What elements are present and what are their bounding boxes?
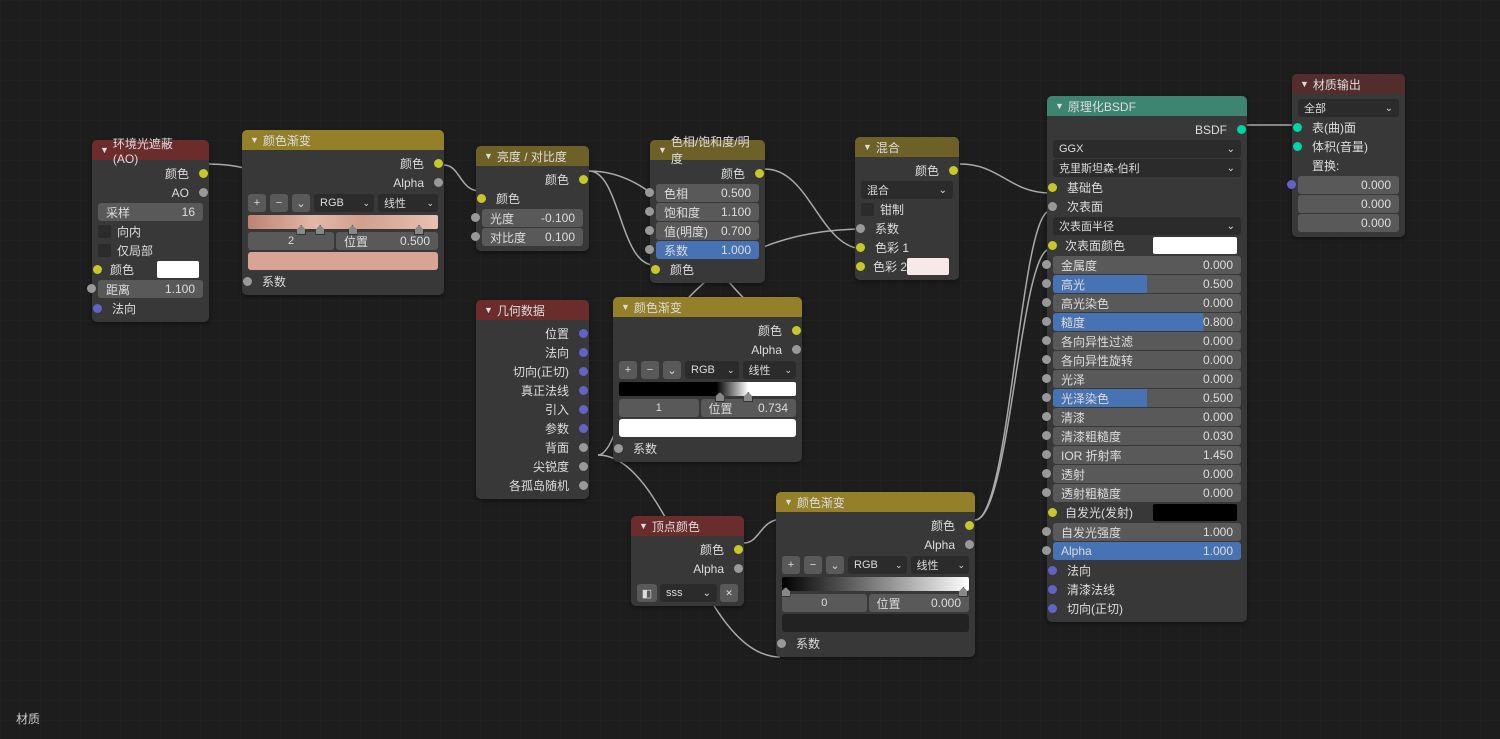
node-material-output[interactable]: ▼材质输出 全部 表(曲)面 体积(音量) 置换: 0.000 0.000 0.… xyxy=(1292,74,1405,237)
contrast-field[interactable]: 对比度0.100 xyxy=(482,228,583,246)
blend-mode-select[interactable]: 混合 xyxy=(861,181,953,199)
sss-method-select[interactable]: 克里斯坦森-伯利 xyxy=(1053,159,1241,177)
emission-color[interactable] xyxy=(1153,504,1237,521)
input-normal: 法向 xyxy=(98,299,203,318)
output-ao: AO xyxy=(98,183,203,202)
node-principled-bsdf[interactable]: ▼原理化BSDF BSDF GGX 克里斯坦森-伯利 基础色 次表面 次表面半径… xyxy=(1047,96,1247,622)
node-bright-contrast[interactable]: ▼亮度 / 对比度 颜色 颜色 光度-0.100 对比度0.100 xyxy=(476,146,589,251)
node-title: 环境光遮蔽 (AO) xyxy=(113,135,201,166)
inside-checkbox[interactable]: 向内 xyxy=(98,222,203,240)
distribution-select[interactable]: GGX xyxy=(1053,140,1241,158)
distance-field[interactable]: 距离1.100 xyxy=(98,280,203,298)
fac-field[interactable]: 系数1.000 xyxy=(656,241,759,259)
vc-name-select[interactable]: sss xyxy=(660,584,717,602)
disp-y[interactable]: 0.000 xyxy=(1298,195,1399,213)
output-color: 颜色 xyxy=(98,164,203,183)
target-select[interactable]: 全部 xyxy=(1298,99,1399,117)
sat-field[interactable]: 饱和度1.100 xyxy=(656,203,759,221)
local-checkbox[interactable]: 仅局部 xyxy=(98,241,203,259)
hue-field[interactable]: 色相0.500 xyxy=(656,184,759,202)
sss-radius-select[interactable]: 次表面半径 xyxy=(1053,217,1241,235)
node-vertex-color[interactable]: ▼顶点颜色 颜色 Alpha ◧ sss ✕ xyxy=(631,516,744,606)
clear-button[interactable]: ✕ xyxy=(720,584,738,602)
color2-swatch[interactable] xyxy=(907,258,949,275)
footer-label: 材质 xyxy=(16,710,40,727)
color-swatch[interactable] xyxy=(157,261,199,278)
color-ramp-gradient[interactable] xyxy=(782,577,969,591)
node-hsv[interactable]: ▼色相/饱和度/明度 颜色 色相0.500 饱和度1.100 值(明度)0.70… xyxy=(650,140,765,283)
stop-color[interactable] xyxy=(619,419,796,437)
samples-field[interactable]: 采样16 xyxy=(98,203,203,221)
vertex-color-icon[interactable]: ◧ xyxy=(637,584,657,602)
mode-select[interactable]: RGB xyxy=(314,194,374,212)
node-color-ramp-2[interactable]: ▼颜色渐变 颜色 Alpha +−⌄RGB线性 1位置0.734 系数 xyxy=(613,297,802,462)
add-stop-button[interactable]: + xyxy=(248,194,266,212)
val-field[interactable]: 值(明度)0.700 xyxy=(656,222,759,240)
subsurface-color[interactable] xyxy=(1153,237,1237,254)
node-color-ramp-1[interactable]: ▼颜色渐变 颜色 Alpha +−⌄RGB线性 2位置0.500 系数 xyxy=(242,130,444,295)
stop-color[interactable] xyxy=(248,252,438,270)
color-ramp-gradient[interactable] xyxy=(248,215,438,229)
node-color-ramp-3[interactable]: ▼颜色渐变 颜色 Alpha +−⌄RGB线性 0位置0.000 系数 xyxy=(776,492,975,657)
node-header[interactable]: ▼颜色渐变 xyxy=(242,130,444,150)
input-color: 颜色 xyxy=(102,261,134,278)
interp-select[interactable]: 线性 xyxy=(378,194,438,212)
stop-color[interactable] xyxy=(782,614,969,632)
bright-field[interactable]: 光度-0.100 xyxy=(482,209,583,227)
ramp-toolbar[interactable]: +−⌄RGB线性 xyxy=(248,194,438,212)
remove-stop-button[interactable]: − xyxy=(270,194,288,212)
node-geometry[interactable]: ▼几何数据 位置 法向 切向(正切) 真正法线 引入 参数 背面 尖锐度 各孤岛… xyxy=(476,300,589,499)
collapse-icon[interactable]: ▼ xyxy=(100,145,109,155)
node-mix[interactable]: ▼混合 颜色 混合 钳制 系数 色彩 1 色彩 2 xyxy=(855,137,959,280)
disp-z[interactable]: 0.000 xyxy=(1298,214,1399,232)
node-ao[interactable]: ▼环境光遮蔽 (AO) 颜色 AO 采样16 向内 仅局部 颜色 距离1.100… xyxy=(92,140,209,322)
color-ramp-gradient[interactable] xyxy=(619,382,796,396)
clamp-checkbox[interactable]: 钳制 xyxy=(861,200,953,218)
chevron-down-icon[interactable]: ⌄ xyxy=(292,194,310,212)
node-header[interactable]: ▼环境光遮蔽 (AO) xyxy=(92,140,209,160)
disp-x[interactable]: 0.000 xyxy=(1298,176,1399,194)
